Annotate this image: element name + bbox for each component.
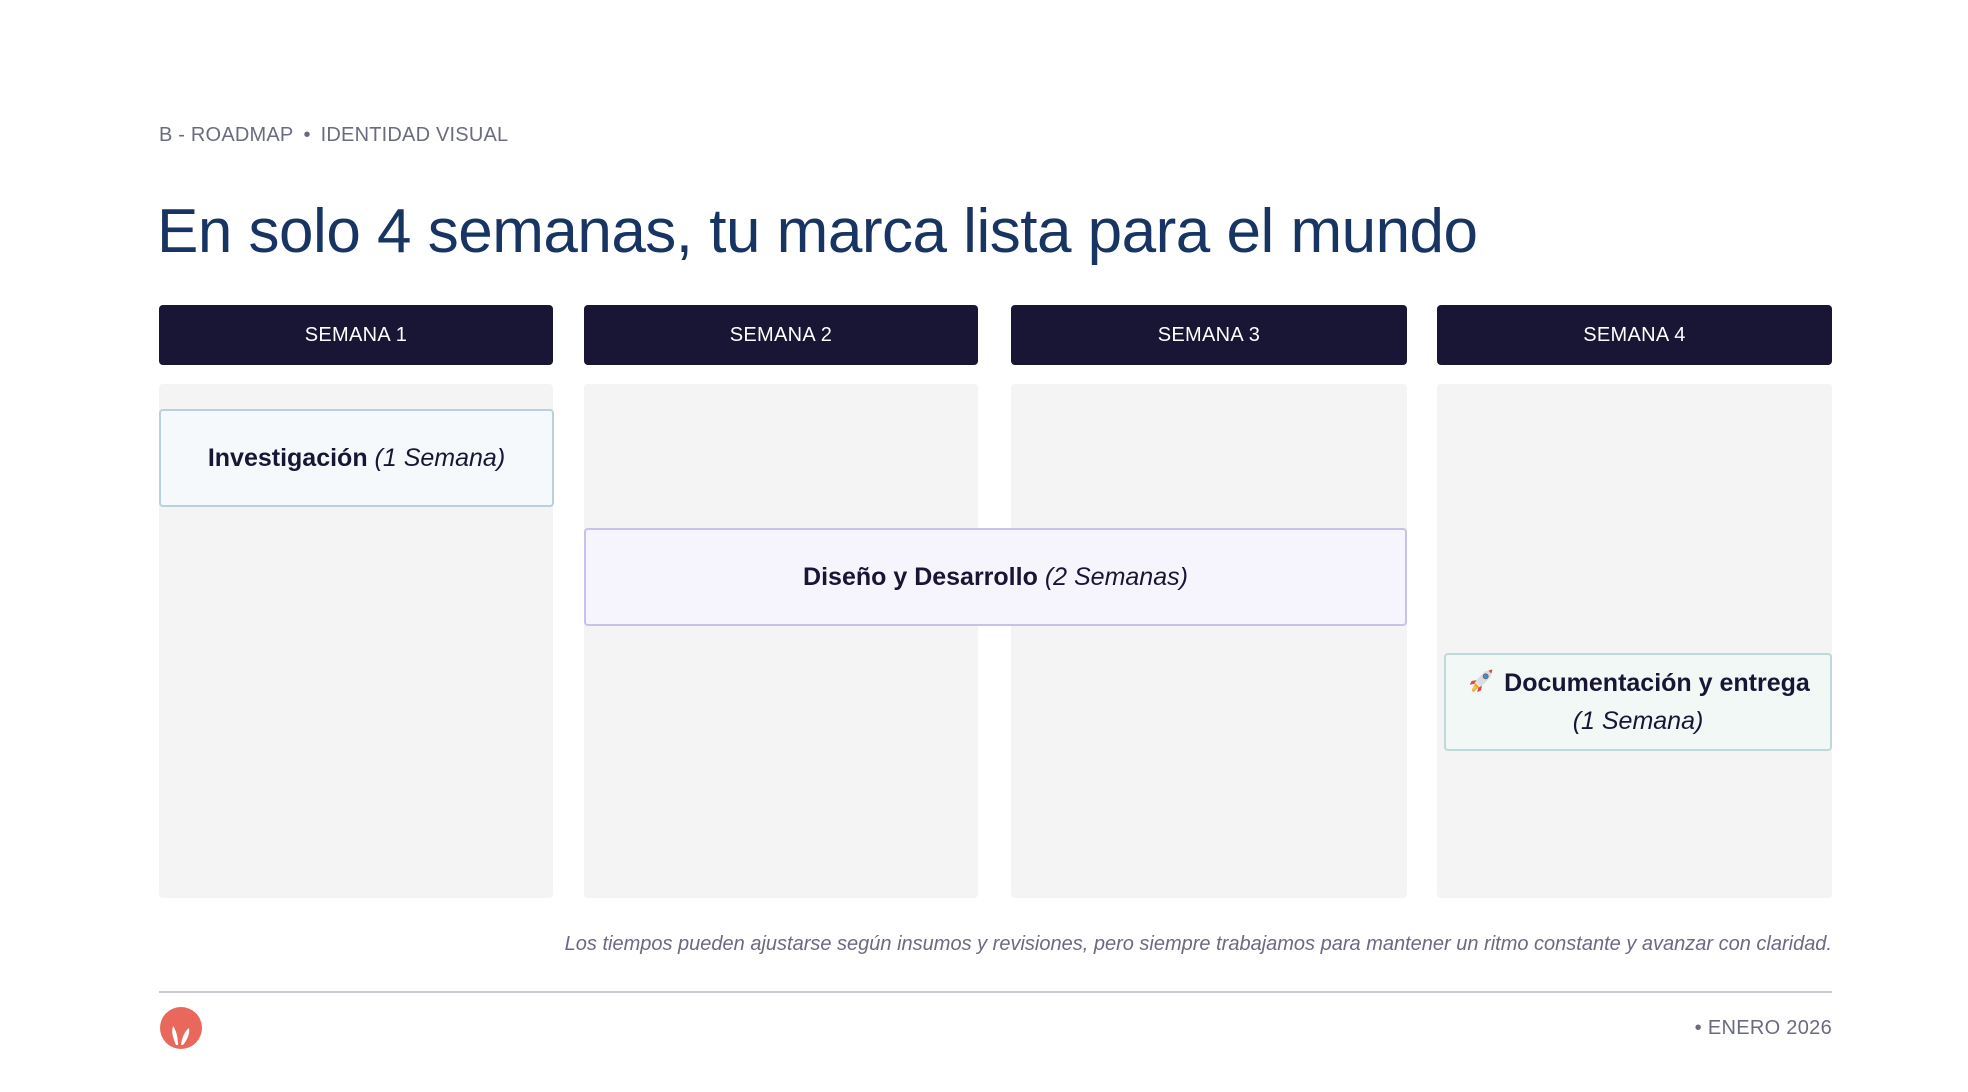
week-header-1: SEMANA 1: [159, 305, 553, 365]
task-duration: (1 Semana): [374, 443, 506, 472]
breadcrumb-topic: IDENTIDAD VISUAL: [320, 124, 509, 146]
task-title: Diseño y Desarrollo: [803, 562, 1038, 591]
week-column-3: [1011, 384, 1407, 898]
footer-date: • ENERO 2026: [1694, 1017, 1832, 1039]
week-header-2: SEMANA 2: [584, 305, 978, 365]
brand-logo: [160, 1007, 202, 1049]
task-card-documentation: Documentación y entrega (1 Semana): [1444, 653, 1832, 751]
task-card-research: Investigación (1 Semana): [159, 409, 554, 507]
breadcrumb-section: B - ROADMAP: [159, 124, 294, 146]
week-header-4: SEMANA 4: [1437, 305, 1832, 365]
breadcrumb: B - ROADMAP • IDENTIDAD VISUAL: [159, 124, 508, 147]
task-duration: (1 Semana): [1572, 707, 1704, 735]
task-title: Investigación: [207, 443, 368, 472]
rocket-icon: [1469, 669, 1493, 693]
footnote: Los tiempos pueden ajustarse según insum…: [564, 933, 1832, 955]
week-header-3: SEMANA 3: [1011, 305, 1407, 365]
breadcrumb-separator: •: [303, 124, 311, 146]
task-title: Documentación y entrega: [1504, 669, 1810, 697]
task-card-design: Diseño y Desarrollo (2 Semanas): [584, 528, 1407, 626]
page-title: En solo 4 semanas, tu marca lista para e…: [157, 197, 1478, 266]
footer-divider: [159, 991, 1832, 993]
task-duration: (2 Semanas): [1044, 562, 1188, 591]
week-column-2: [584, 384, 978, 898]
week-column-4: [1437, 384, 1832, 898]
